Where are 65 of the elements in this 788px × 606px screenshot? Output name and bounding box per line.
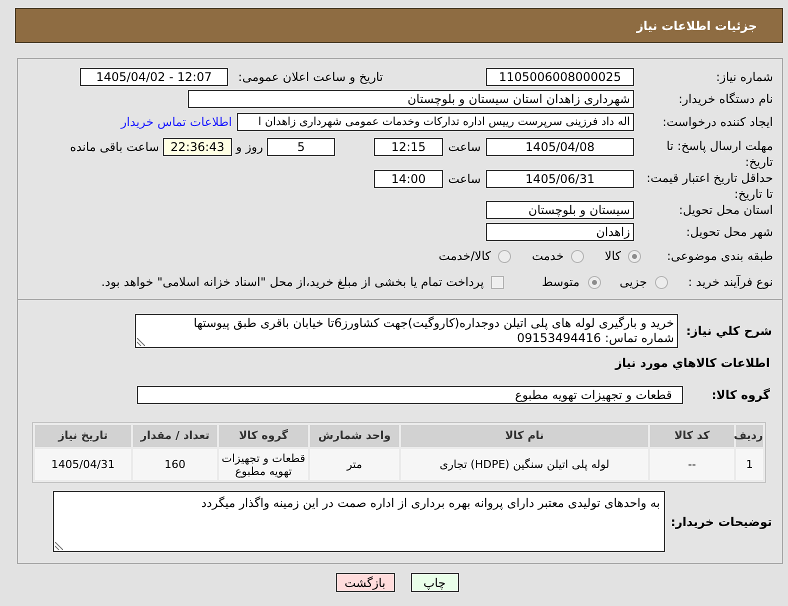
delivery-province-field: سیستان و بلوچستان xyxy=(486,200,634,218)
field-label: شهر محل تحویل: xyxy=(686,225,773,239)
field-label: تاریخ و ساعت اعلان عمومی: xyxy=(238,69,383,86)
radio-label: کالا xyxy=(604,248,621,265)
column-header: کد کالا xyxy=(650,425,734,447)
field-label: مهلت ارسال پاسخ: تا تاریخ: xyxy=(666,139,773,169)
buyer-contact-link[interactable]: اطلاعات تماس خریدار xyxy=(120,113,232,131)
days-field: 5 xyxy=(267,138,335,156)
radio-label: متوسط xyxy=(542,274,580,291)
page-title: جزئیات اطلاعات نیاز xyxy=(636,18,757,34)
remaining-time-field: 22:36:43 xyxy=(163,138,232,156)
field-label: روز و xyxy=(236,139,263,156)
price-validity-time-field: 14:00 xyxy=(374,170,443,188)
requester-field: اله داد فرزینی سرپرست رییس اداره تدارکات وخدمات عمومی شهرداری زاهدان ا xyxy=(237,113,634,131)
column-header: واحد شمارش xyxy=(310,425,399,447)
resize-grip-icon[interactable] xyxy=(137,338,145,346)
field-label: ایجاد کننده درخواست: xyxy=(662,115,773,129)
field-label: حداقل تاریخ اعتبار قیمت: تا تاریخ: xyxy=(646,171,773,201)
announcement-date-field: 1405/04/02 - 12:07 xyxy=(80,68,228,86)
section-title: اطلاعات کالاهاي مورد نياز xyxy=(615,354,770,372)
checkbox-label: پرداخت تمام یا بخشی از مبلغ خرید،از محل "اسناد خزانه اسلامی" خواهد بود. xyxy=(101,274,484,291)
field-label: شماره نیاز: xyxy=(716,70,773,84)
column-header: گروه کالا xyxy=(219,425,308,447)
table-cell: قطعات و تجهیزات تهویه مطبوع xyxy=(219,449,308,480)
table-cell: متر xyxy=(310,449,399,480)
column-header: تاریخ نیاز xyxy=(35,425,131,447)
table-cell: 1 xyxy=(736,449,763,480)
radio-label: کالا/خدمت xyxy=(438,248,491,265)
field-label: شرح کلي نياز: xyxy=(686,324,772,338)
back-button[interactable]: بازگشت xyxy=(336,573,394,592)
field-label: نام دستگاه خریدار: xyxy=(678,92,773,106)
field-label: توضیحات خریدار: xyxy=(670,514,772,528)
checkbox[interactable] xyxy=(490,276,504,288)
field-label: ساعت xyxy=(448,139,481,156)
radio-label: خدمت xyxy=(532,248,564,265)
radio-button[interactable] xyxy=(498,250,511,262)
table-cell: -- xyxy=(650,449,734,480)
column-header: نام کالا xyxy=(401,425,648,447)
price-validity-date-field: 1405/06/31 xyxy=(486,170,634,188)
resize-grip-icon[interactable] xyxy=(55,542,63,550)
field-label: ساعت باقی مانده xyxy=(70,139,159,156)
column-header: تعداد / مقدار xyxy=(133,425,217,447)
field-label: طبقه بندی موضوعی: xyxy=(666,249,773,263)
field-label: ساعت xyxy=(448,171,481,188)
delivery-city-field: زاهدان xyxy=(486,223,634,241)
radio-button[interactable] xyxy=(628,250,641,262)
reply-time-field: 12:15 xyxy=(374,138,443,156)
radio-button[interactable] xyxy=(655,276,668,288)
table-cell: لوله پلی اتیلن سنگین (HDPE) تجاری xyxy=(401,449,648,480)
field-label: نوع فرآیند خرید : xyxy=(688,275,773,289)
radio-label: جزیی xyxy=(620,274,647,291)
table-cell: 1405/04/31 xyxy=(35,449,131,480)
field-label: استان محل تحویل: xyxy=(678,202,773,216)
reply-date-field: 1405/04/08 xyxy=(486,138,634,156)
radio-button[interactable] xyxy=(588,276,601,288)
field-label: گروه کالا: xyxy=(712,388,770,402)
goods-group-field: قطعات و تجهیزات تهویه مطبوع xyxy=(137,386,683,404)
table-cell: 160 xyxy=(133,449,217,480)
description-field[interactable]: خرید و بارگیری لوله های پلی اتیلن دوجداره(کاروگیت)جهت کشاورز6تا خیابان باقری طبق پیوستها شماره تماس: 09153494416 xyxy=(135,314,678,348)
buyer-notes-field[interactable]: به واحدهای تولیدی معتبر دارای پروانه بهره برداری از اداره صمت در این زمینه واگذار میگردد xyxy=(53,491,665,552)
print-button[interactable]: چاپ xyxy=(410,573,458,592)
buyer-organization-field: شهرداری زاهدان استان سیستان و بلوچستان xyxy=(188,90,634,108)
radio-button[interactable] xyxy=(570,250,584,262)
column-header: ردیف xyxy=(736,425,763,447)
need-number-field: 1105006008000025 xyxy=(486,68,634,86)
